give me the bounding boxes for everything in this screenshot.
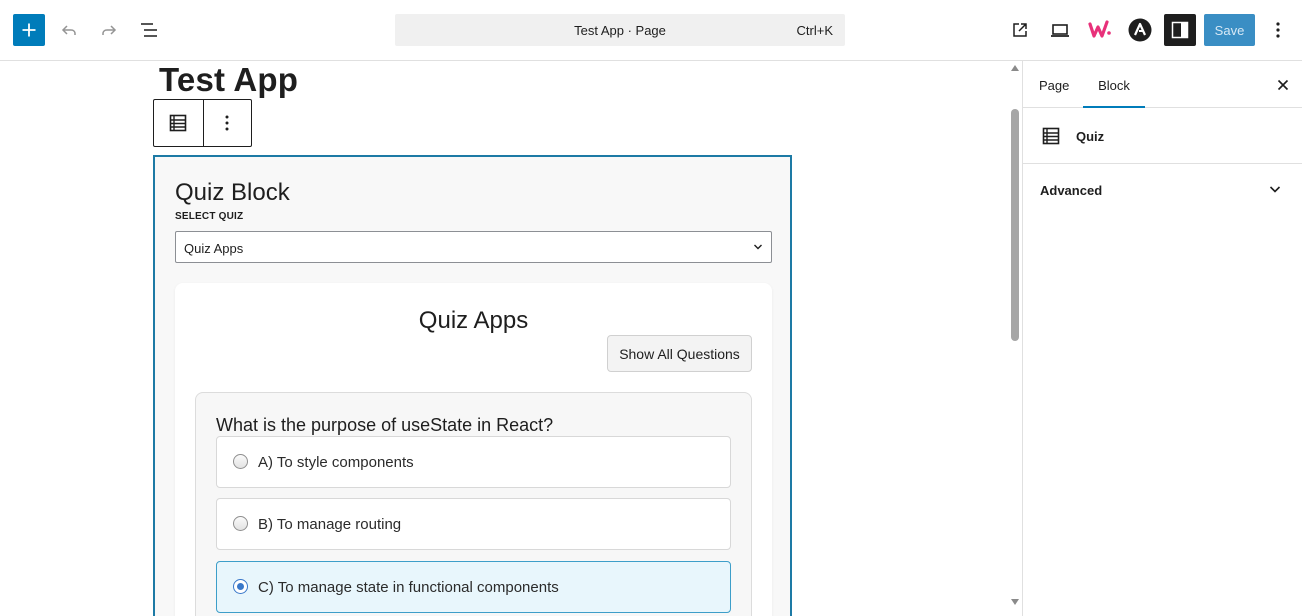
page-title[interactable]: Test App [159, 61, 298, 99]
options-button[interactable] [1262, 14, 1294, 46]
select-quiz-value: Quiz Apps [184, 241, 244, 256]
more-vertical-icon [225, 115, 229, 131]
advanced-panel-toggle[interactable]: Advanced [1023, 165, 1302, 215]
tab-page[interactable]: Page [1039, 61, 1075, 108]
editor-canvas: Test App Quiz Block SELECT QUIZ Quiz App… [0, 61, 1022, 616]
scroll-up-arrow-icon[interactable] [1011, 65, 1019, 71]
view-page-button[interactable] [1004, 14, 1036, 46]
quiz-card: Quiz Apps Show All Questions What is the… [175, 283, 772, 616]
keyboard-shortcut: Ctrl+K [796, 23, 833, 38]
settings-sidebar: Page Block Quiz Advanced [1022, 61, 1302, 616]
undo-button[interactable] [53, 14, 85, 46]
scroll-down-arrow-icon[interactable] [1011, 599, 1019, 605]
command-palette-bar[interactable]: Test App · Page Ctrl+K [395, 14, 845, 46]
show-all-questions-button[interactable]: Show All Questions [607, 335, 752, 372]
quiz-block[interactable]: Quiz Block SELECT QUIZ Quiz Apps Quiz Ap… [153, 155, 792, 616]
advanced-panel-label: Advanced [1040, 183, 1103, 198]
answer-option-b[interactable]: B) To manage routing [216, 498, 731, 550]
answer-label: C) To manage state in functional compone… [258, 579, 559, 596]
answer-option-c[interactable]: C) To manage state in functional compone… [216, 561, 731, 613]
tab-block[interactable]: Block [1083, 61, 1145, 108]
block-options-button[interactable] [202, 100, 252, 146]
redo-icon [102, 25, 117, 35]
radio-button[interactable] [233, 454, 248, 469]
w-plugin-button[interactable] [1084, 14, 1116, 46]
block-toolbar [153, 99, 252, 147]
answer-label: B) To manage routing [258, 516, 402, 533]
block-type-button[interactable] [154, 100, 203, 146]
answer-option-a[interactable]: A) To style components [216, 436, 731, 488]
document-title: Test App · Page [574, 23, 666, 38]
save-button[interactable]: Save [1204, 14, 1255, 46]
answer-label: A) To style components [258, 454, 414, 471]
select-quiz-dropdown[interactable]: Quiz Apps [175, 231, 772, 263]
astra-plugin-button[interactable] [1124, 14, 1156, 46]
preview-button[interactable] [1044, 14, 1076, 46]
block-card: Quiz [1023, 108, 1302, 164]
question-card: What is the purpose of useState in React… [195, 392, 752, 616]
table-list-icon [169, 114, 187, 132]
plus-icon [22, 23, 36, 37]
sidebar-toggle-icon [1171, 21, 1189, 39]
add-block-button[interactable] [13, 14, 45, 46]
undo-icon [61, 25, 76, 35]
chevron-down-icon [1269, 186, 1281, 193]
w-logo-icon [1088, 20, 1111, 38]
quiz-title: Quiz Apps [418, 307, 529, 334]
chevron-down-icon [754, 244, 762, 250]
scrollbar-thumb[interactable] [1011, 109, 1019, 341]
close-icon [1277, 79, 1289, 91]
canvas-scrollbar[interactable] [1008, 61, 1022, 616]
table-list-icon [1042, 127, 1060, 145]
radio-button-selected[interactable] [233, 579, 248, 594]
redo-button[interactable] [93, 14, 125, 46]
laptop-icon [1051, 24, 1069, 37]
external-link-icon [1013, 23, 1027, 37]
editor-header: Test App · Page Ctrl+K Save [0, 0, 1302, 61]
block-name: Quiz [1076, 129, 1105, 144]
sidebar-tabs: Page Block [1023, 61, 1302, 108]
radio-button[interactable] [233, 516, 248, 531]
settings-toggle-button[interactable] [1164, 14, 1196, 46]
list-view-icon [141, 23, 157, 37]
question-text: What is the purpose of useState in React… [216, 415, 554, 435]
select-quiz-label: SELECT QUIZ [175, 211, 244, 222]
list-view-button[interactable] [133, 14, 165, 46]
more-vertical-icon [1276, 22, 1280, 38]
close-sidebar-button[interactable] [1271, 73, 1295, 97]
quiz-block-title: Quiz Block [175, 179, 290, 206]
astra-logo-icon [1128, 18, 1152, 42]
